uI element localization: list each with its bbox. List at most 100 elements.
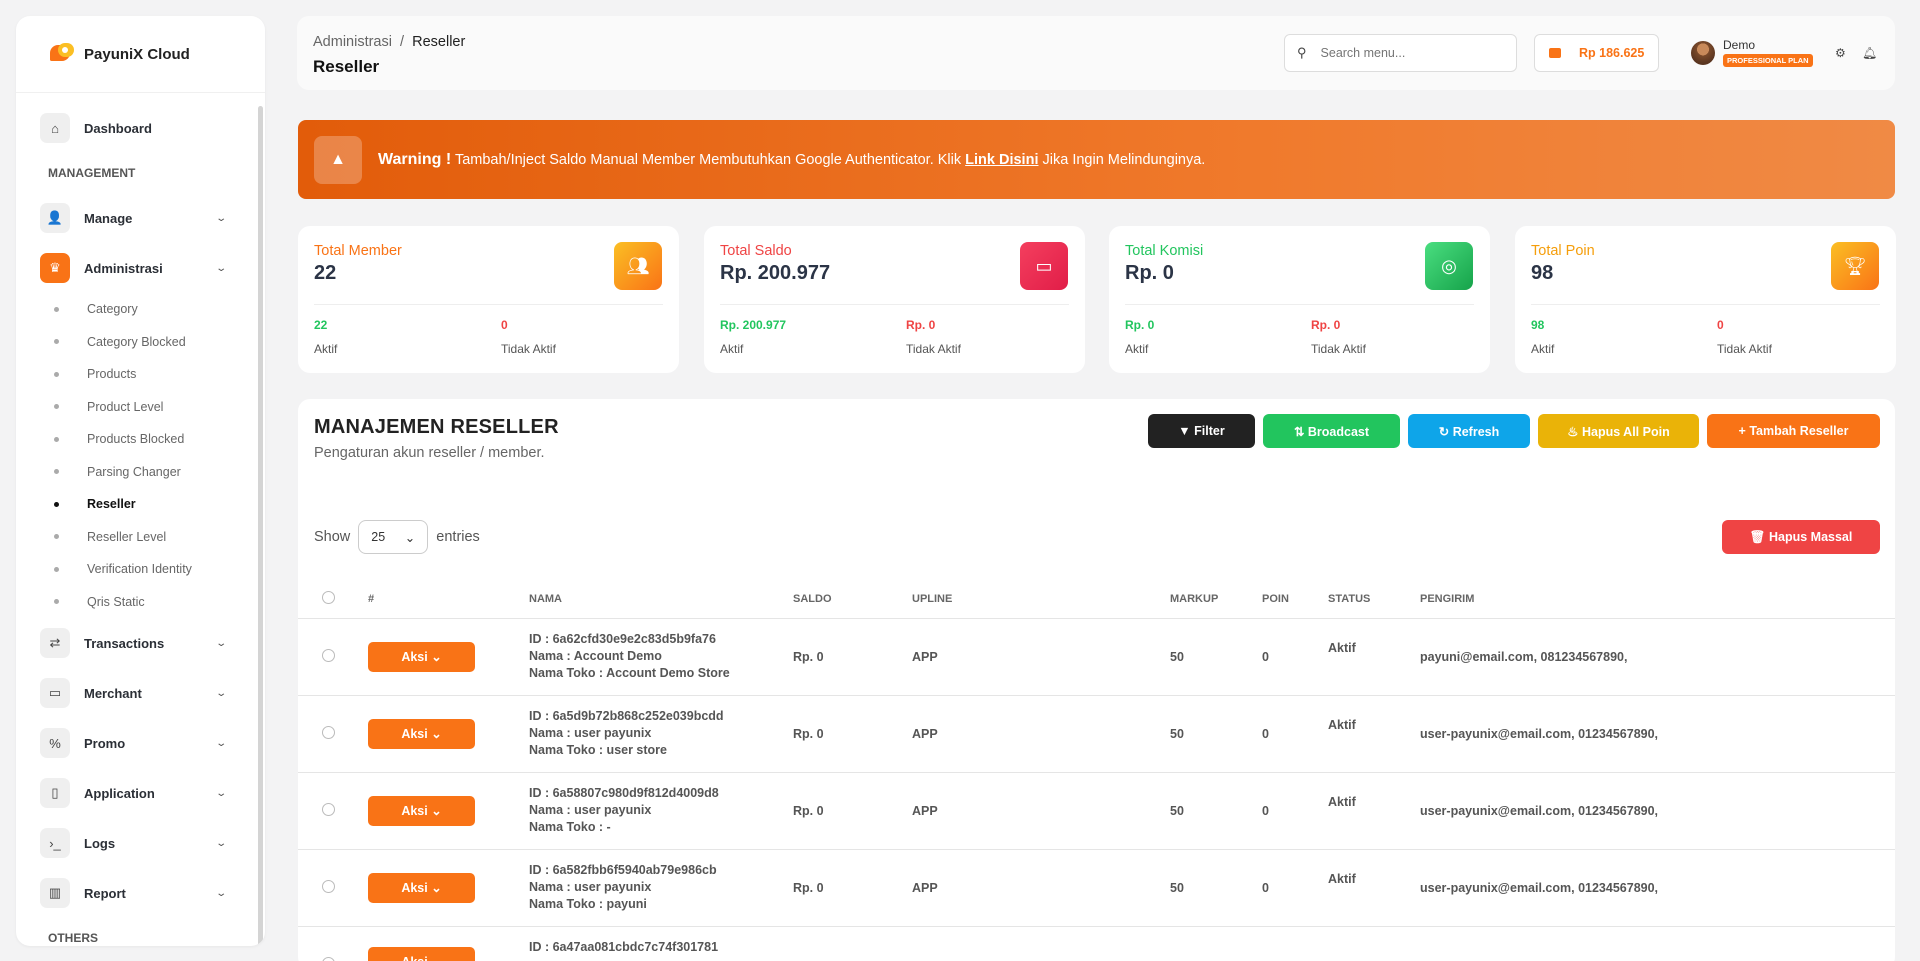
submenu-item-products[interactable]: Products [54, 358, 265, 391]
stat-active-label: Aktif [720, 342, 744, 356]
user-menu[interactable]: Demo PROFESSIONAL PLAN [1691, 38, 1813, 67]
header-poin[interactable]: POIN [1262, 580, 1328, 619]
submenu-item-parsing-changer[interactable]: Parsing Changer [54, 456, 265, 489]
reseller-store: Nama Toko : user store [529, 743, 668, 757]
cell-pengirim: user-payunix@email.com, 01234567890, [1420, 772, 1895, 850]
stat-active-value: 98 [1531, 318, 1545, 332]
chevron-down-icon: ⌄ [214, 687, 227, 699]
cell-upline: APP [912, 772, 1170, 850]
submenu-item-products-blocked[interactable]: Products Blocked [54, 423, 265, 456]
stat-inactive-label: Tidak Aktif [1311, 342, 1366, 356]
cell-markup: 50 [1170, 849, 1262, 927]
show-label: Show [314, 529, 351, 545]
balance-amount: Rp 186.625 [1579, 46, 1645, 60]
aksi-button[interactable]: Aksi ⌄ [368, 946, 475, 961]
header-upline[interactable]: UPLINE [912, 580, 1170, 619]
header-pengirim[interactable]: PENGIRIM [1420, 580, 1895, 619]
submenu-item-verification-identity[interactable]: Verification Identity [54, 553, 265, 586]
section-others: OTHERS [48, 931, 99, 945]
reseller-id: ID : 6a58807c980d9f812d4009d8 [529, 786, 719, 800]
broadcast-button[interactable]: ⇅ Broadcast [1263, 414, 1400, 448]
sidebar-item-manage[interactable]: 👤 Manage ⌄ [16, 193, 265, 243]
administrasi-submenu: Category Category Blocked Products Produ… [16, 293, 265, 618]
cell-markup: 50 [1170, 772, 1262, 850]
row-checkbox[interactable] [322, 879, 335, 893]
filter-button[interactable]: ▼ Filter [1148, 414, 1255, 448]
submenu-item-product-level[interactable]: Product Level [54, 391, 265, 424]
entries-select[interactable]: 25 ⌄ [358, 520, 429, 554]
bell-icon[interactable]: 🔔︎ [1862, 46, 1877, 60]
aksi-button[interactable]: Aksi ⌄ [368, 718, 475, 749]
sidebar-item-label: Dashboard [84, 120, 152, 136]
sidebar-item-dashboard[interactable]: ⌂ Dashboard [16, 103, 265, 153]
submenu-item-category-blocked[interactable]: Category Blocked [54, 326, 265, 359]
stat-card-member: Total Member 22 👥︎ 22 Aktif 0 Tidak Aktif [298, 226, 679, 373]
hapus-massal-button[interactable]: 🗑 Hapus Massal [1722, 520, 1880, 554]
header-status[interactable]: STATUS [1328, 580, 1420, 619]
warning-link[interactable]: Link Disini [965, 152, 1038, 168]
stat-title: Total Poin [1531, 243, 1595, 259]
row-checkbox[interactable] [322, 956, 335, 961]
section-management: MANAGEMENT [48, 166, 136, 180]
sidebar-item-report[interactable]: ▥ Report ⌄ [16, 868, 265, 918]
entries-control: Show 25 ⌄ entries [314, 520, 480, 554]
warning-label: Warning ! [378, 150, 452, 168]
page-title: Reseller [313, 57, 380, 76]
cell-markup: 50 [1170, 695, 1262, 773]
header-saldo[interactable]: SALDO [793, 580, 912, 619]
submenu-item-reseller[interactable]: Reseller [54, 488, 265, 521]
sidebar-item-logs[interactable]: ›_ Logs ⌄ [16, 818, 265, 868]
sidebar-item-merchant[interactable]: ▭ Merchant ⌄ [16, 668, 265, 718]
sidebar-item-application[interactable]: ▯ Application ⌄ [16, 768, 265, 818]
sidebar-item-label: Transactions [84, 635, 165, 651]
tambah-reseller-button[interactable]: + Tambah Reseller [1707, 414, 1880, 448]
reseller-table: # NAMA SALDO UPLINE MARKUP POIN STATUS P… [298, 580, 1895, 961]
submenu-item-category[interactable]: Category [54, 293, 265, 326]
search-input[interactable] [1320, 46, 1491, 60]
cell-poin: 0 [1262, 772, 1328, 850]
header-markup[interactable]: MARKUP [1170, 580, 1262, 619]
reseller-id: ID : 6a62cfd30e9e2c83d5b9fa76 [529, 632, 716, 646]
brand-name: PayuniX Cloud [84, 45, 190, 63]
hapus-all-poin-button[interactable]: ♨ Hapus All Poin [1538, 414, 1699, 448]
table-row: Aksi ⌄ ID : 6a58807c980d9f812d4009d8 Nama… [298, 772, 1895, 850]
sidebar-item-promo[interactable]: % Promo ⌄ [16, 718, 265, 768]
search-box[interactable]: ⚲ [1284, 34, 1517, 72]
aksi-button[interactable]: Aksi ⌄ [368, 872, 475, 903]
user-gear-icon: 👤 [40, 203, 70, 233]
breadcrumb: Administrasi / Reseller [313, 34, 465, 50]
header-nama[interactable]: NAMA [529, 580, 793, 619]
stat-active-value: 22 [314, 318, 328, 332]
stat-active-label: Aktif [1531, 342, 1555, 356]
breadcrumb-parent[interactable]: Administrasi [313, 34, 392, 50]
submenu-item-qris-static[interactable]: Qris Static [54, 586, 265, 619]
refresh-button[interactable]: ↻ Refresh [1408, 414, 1530, 448]
header-number: # [368, 580, 529, 619]
sidebar-item-administrasi[interactable]: ♛ Administrasi ⌄ [16, 243, 265, 293]
submenu-item-reseller-level[interactable]: Reseller Level [54, 521, 265, 554]
aksi-button[interactable]: Aksi ⌄ [368, 641, 475, 672]
row-checkbox[interactable] [322, 648, 335, 662]
select-all-checkbox[interactable] [322, 590, 335, 604]
row-checkbox[interactable] [322, 725, 335, 739]
chevron-down-icon: ⌄ [214, 262, 227, 274]
reseller-name: Nama : user payunix [529, 726, 652, 740]
trophy-icon: 🏆︎ [1831, 242, 1879, 290]
cell-saldo: Rp. 0 [793, 772, 912, 850]
warning-text: Warning ! Tambah/Inject Saldo Manual Mem… [378, 151, 1205, 169]
sidebar-item-transactions[interactable]: ⇄ Transactions ⌄ [16, 618, 265, 668]
gear-icon[interactable]: ⚙ [1835, 46, 1846, 60]
aksi-button[interactable]: Aksi ⌄ [368, 795, 475, 826]
cell-status: Aktif [1328, 618, 1420, 696]
cell-status: Aktif [1328, 695, 1420, 773]
brand[interactable]: PayuniX Cloud [16, 16, 265, 93]
sidebar-item-label: Merchant [84, 685, 142, 701]
sidebar-item-label: Administrasi [84, 260, 163, 276]
sidebar-item-label: Report [84, 885, 126, 901]
avatar [1691, 40, 1715, 65]
row-checkbox[interactable] [322, 802, 335, 816]
balance-button[interactable]: Rp 186.625 [1534, 34, 1659, 72]
chevron-down-icon: ⌄ [214, 887, 227, 899]
sidebar: PayuniX Cloud ⌂ Dashboard MANAGEMENT 👤 M… [16, 16, 265, 946]
stat-inactive-value: 0 [501, 318, 508, 332]
